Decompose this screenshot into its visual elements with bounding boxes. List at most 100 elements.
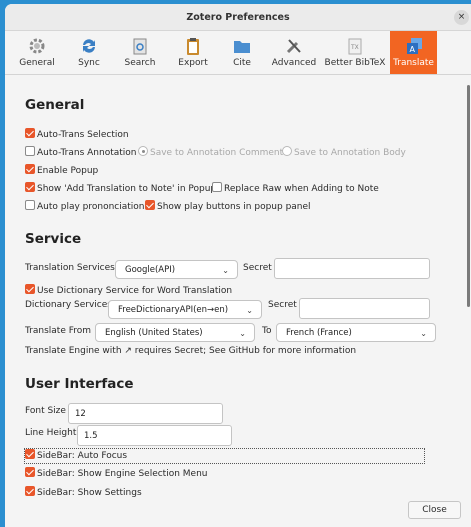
save-to-annotation-body-radio[interactable]: Save to Annotation Body (282, 146, 406, 160)
section-heading-service: Service (25, 231, 82, 247)
window-title: Zotero Preferences (186, 12, 290, 23)
sidebar-auto-focus-checkbox[interactable]: SideBar: Auto Focus (24, 448, 425, 464)
folder-icon (234, 41, 250, 53)
to-label: To (262, 326, 272, 336)
chevron-down-icon: ⌄ (222, 266, 229, 275)
sidebar-settings-checkbox[interactable]: SideBar: Show Settings (25, 486, 142, 500)
chevron-down-icon: ⌄ (246, 306, 253, 315)
dictionary-secret-input[interactable] (299, 298, 430, 319)
translate-icon: A (406, 38, 422, 54)
checkbox-checked-icon (25, 164, 35, 174)
checkbox-label: Show play buttons in popup panel (157, 202, 311, 212)
auto-trans-annotation-checkbox[interactable]: Auto-Trans Annotation (25, 146, 136, 160)
secret-label: Secret (243, 263, 272, 273)
font-size-label: Font Size (25, 406, 66, 416)
tab-better-bibtex[interactable]: TX Better BibTeX (324, 31, 386, 74)
auto-trans-selection-checkbox[interactable]: Auto-Trans Selection (25, 128, 129, 142)
svg-text:A: A (409, 45, 415, 54)
show-play-buttons-checkbox[interactable]: Show play buttons in popup panel (145, 200, 311, 214)
tab-label: Export (178, 58, 208, 68)
checkbox-checked-icon (25, 182, 35, 192)
translation-service-select[interactable]: Google(API) ⌄ (115, 260, 238, 279)
tab-advanced[interactable]: Advanced (271, 31, 317, 74)
select-value: Google(API) (125, 265, 176, 275)
select-value: FreeDictionaryAPI(en→en) (118, 305, 229, 315)
sync-icon (83, 39, 95, 53)
close-window-icon[interactable]: × (454, 10, 469, 25)
tab-export[interactable]: Export (175, 31, 211, 74)
scrollbar[interactable] (467, 85, 470, 307)
checkbox-checked-icon (25, 449, 35, 459)
checkbox-label: Use Dictionary Service for Word Translat… (37, 286, 233, 296)
translate-to-select[interactable]: French (France) ⌄ (276, 323, 436, 342)
dictionary-secret-label: Secret (268, 300, 297, 310)
checkbox-label: Auto play prononciation (37, 202, 145, 212)
use-dictionary-checkbox[interactable]: Use Dictionary Service for Word Translat… (25, 284, 232, 298)
checkbox-unchecked-icon (25, 146, 35, 156)
tab-label: Translate (393, 58, 434, 68)
bibtex-icon: TX (348, 38, 362, 55)
radio-label: Save to Annotation Body (294, 148, 406, 158)
checkbox-unchecked-icon (25, 200, 35, 210)
tab-sync[interactable]: Sync (73, 31, 105, 74)
radio-selected-icon (138, 146, 148, 156)
close-button[interactable]: Close (408, 501, 461, 519)
title-bar: Zotero Preferences × (5, 4, 471, 31)
sidebar-engine-menu-checkbox[interactable]: SideBar: Show Engine Selection Menu (25, 467, 208, 481)
chevron-down-icon: ⌄ (420, 329, 427, 338)
line-height-label: Line Height (25, 428, 77, 438)
translate-from-select[interactable]: English (United States) ⌄ (95, 323, 255, 342)
tab-label: Search (124, 58, 156, 68)
checkbox-label: SideBar: Auto Focus (37, 451, 128, 461)
dictionary-service-select[interactable]: FreeDictionaryAPI(en→en) ⌄ (108, 300, 262, 319)
checkbox-checked-icon (25, 486, 35, 496)
translate-from-label: Translate From (25, 326, 92, 336)
checkbox-label: Enable Popup (37, 166, 99, 176)
tab-label: Sync (78, 58, 100, 68)
radio-unselected-icon (282, 146, 292, 156)
select-value: French (France) (286, 328, 352, 338)
auto-play-checkbox[interactable]: Auto play prononciation (25, 200, 145, 214)
tab-label: Better BibTeX (324, 58, 386, 68)
checkbox-label: SideBar: Show Engine Selection Menu (37, 469, 208, 479)
checkbox-checked-icon (25, 467, 35, 477)
tab-cite[interactable]: Cite (230, 31, 254, 74)
clipboard-icon (187, 38, 199, 55)
section-heading-user-interface: User Interface (25, 376, 134, 392)
svg-text:TX: TX (350, 44, 359, 51)
engine-secret-note: Translate Engine with ↗ requires Secret;… (25, 346, 357, 356)
checkbox-unchecked-icon (212, 182, 222, 192)
font-size-input[interactable]: 12 (68, 403, 223, 424)
save-to-annotation-comment-radio[interactable]: Save to Annotation Comment (138, 146, 283, 160)
checkbox-label: Replace Raw when Adding to Note (224, 184, 379, 194)
translate-pane: General Auto-Trans Selection Auto-Trans … (5, 75, 471, 526)
tab-label: General (19, 58, 55, 68)
checkbox-label: Auto-Trans Selection (37, 130, 129, 140)
replace-raw-checkbox[interactable]: Replace Raw when Adding to Note (212, 182, 379, 196)
select-value: English (United States) (105, 328, 203, 338)
tab-label: Cite (233, 58, 251, 68)
tools-icon (286, 39, 301, 54)
gear-icon (29, 38, 45, 54)
checkbox-checked-icon (145, 200, 155, 210)
enable-popup-checkbox[interactable]: Enable Popup (25, 164, 98, 178)
chevron-down-icon: ⌄ (239, 329, 246, 338)
radio-label: Save to Annotation Comment (150, 148, 284, 158)
checkbox-label: Auto-Trans Annotation (37, 148, 137, 158)
dictionary-services-label: Dictionary Services (25, 300, 112, 310)
preferences-toolbar: General Sync Search Export Cite Advanced… (5, 31, 471, 75)
checkbox-checked-icon (25, 284, 35, 294)
preferences-window: Zotero Preferences × General Sync Search… (5, 4, 471, 527)
line-height-input[interactable]: 1.5 (77, 425, 232, 446)
section-heading-general: General (25, 97, 85, 113)
tab-label: Advanced (271, 58, 317, 68)
translation-secret-input[interactable] (274, 258, 430, 279)
checkbox-label: SideBar: Show Settings (37, 488, 142, 498)
tab-translate[interactable]: A Translate (390, 31, 437, 74)
checkbox-label: Show 'Add Translation to Note' in Popup (37, 184, 217, 194)
tab-search[interactable]: Search (123, 31, 157, 74)
show-add-translation-checkbox[interactable]: Show 'Add Translation to Note' in Popup (25, 182, 216, 196)
tab-general[interactable]: General (18, 31, 56, 74)
search-icon (133, 38, 147, 55)
checkbox-checked-icon (25, 128, 35, 138)
